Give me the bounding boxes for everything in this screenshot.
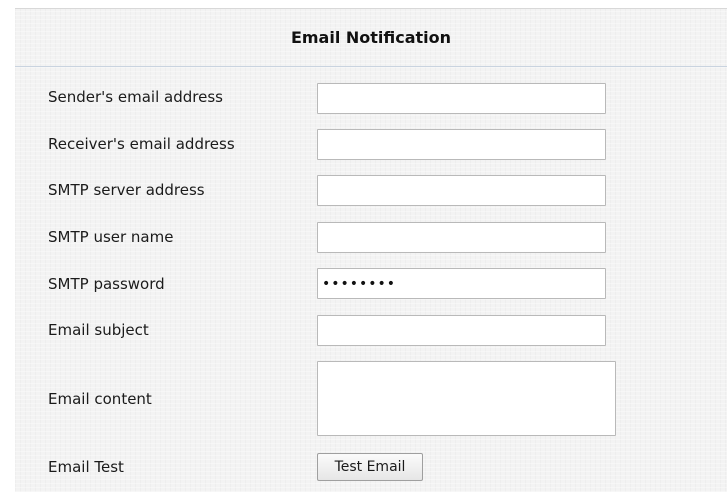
email-content-label: Email content <box>48 390 152 408</box>
smtp-password-label: SMTP password <box>48 275 165 293</box>
email-subject-input[interactable] <box>317 315 606 346</box>
smtp-password-input[interactable] <box>317 268 606 299</box>
sender-email-input[interactable] <box>317 83 606 114</box>
receiver-email-label: Receiver's email address <box>48 135 235 153</box>
email-content-textarea[interactable] <box>317 361 616 436</box>
receiver-email-input[interactable] <box>317 129 606 160</box>
sender-email-label: Sender's email address <box>48 88 223 106</box>
test-email-button[interactable]: Test Email <box>317 453 423 481</box>
email-test-label: Email Test <box>48 458 124 476</box>
smtp-server-input[interactable] <box>317 175 606 206</box>
section-header: Email Notification <box>15 9 727 67</box>
smtp-user-input[interactable] <box>317 222 606 253</box>
email-subject-label: Email subject <box>48 321 149 339</box>
smtp-user-label: SMTP user name <box>48 228 174 246</box>
section-title: Email Notification <box>290 28 452 47</box>
email-notification-panel: Email Notification Sender's email addres… <box>15 8 727 492</box>
smtp-server-label: SMTP server address <box>48 181 205 199</box>
